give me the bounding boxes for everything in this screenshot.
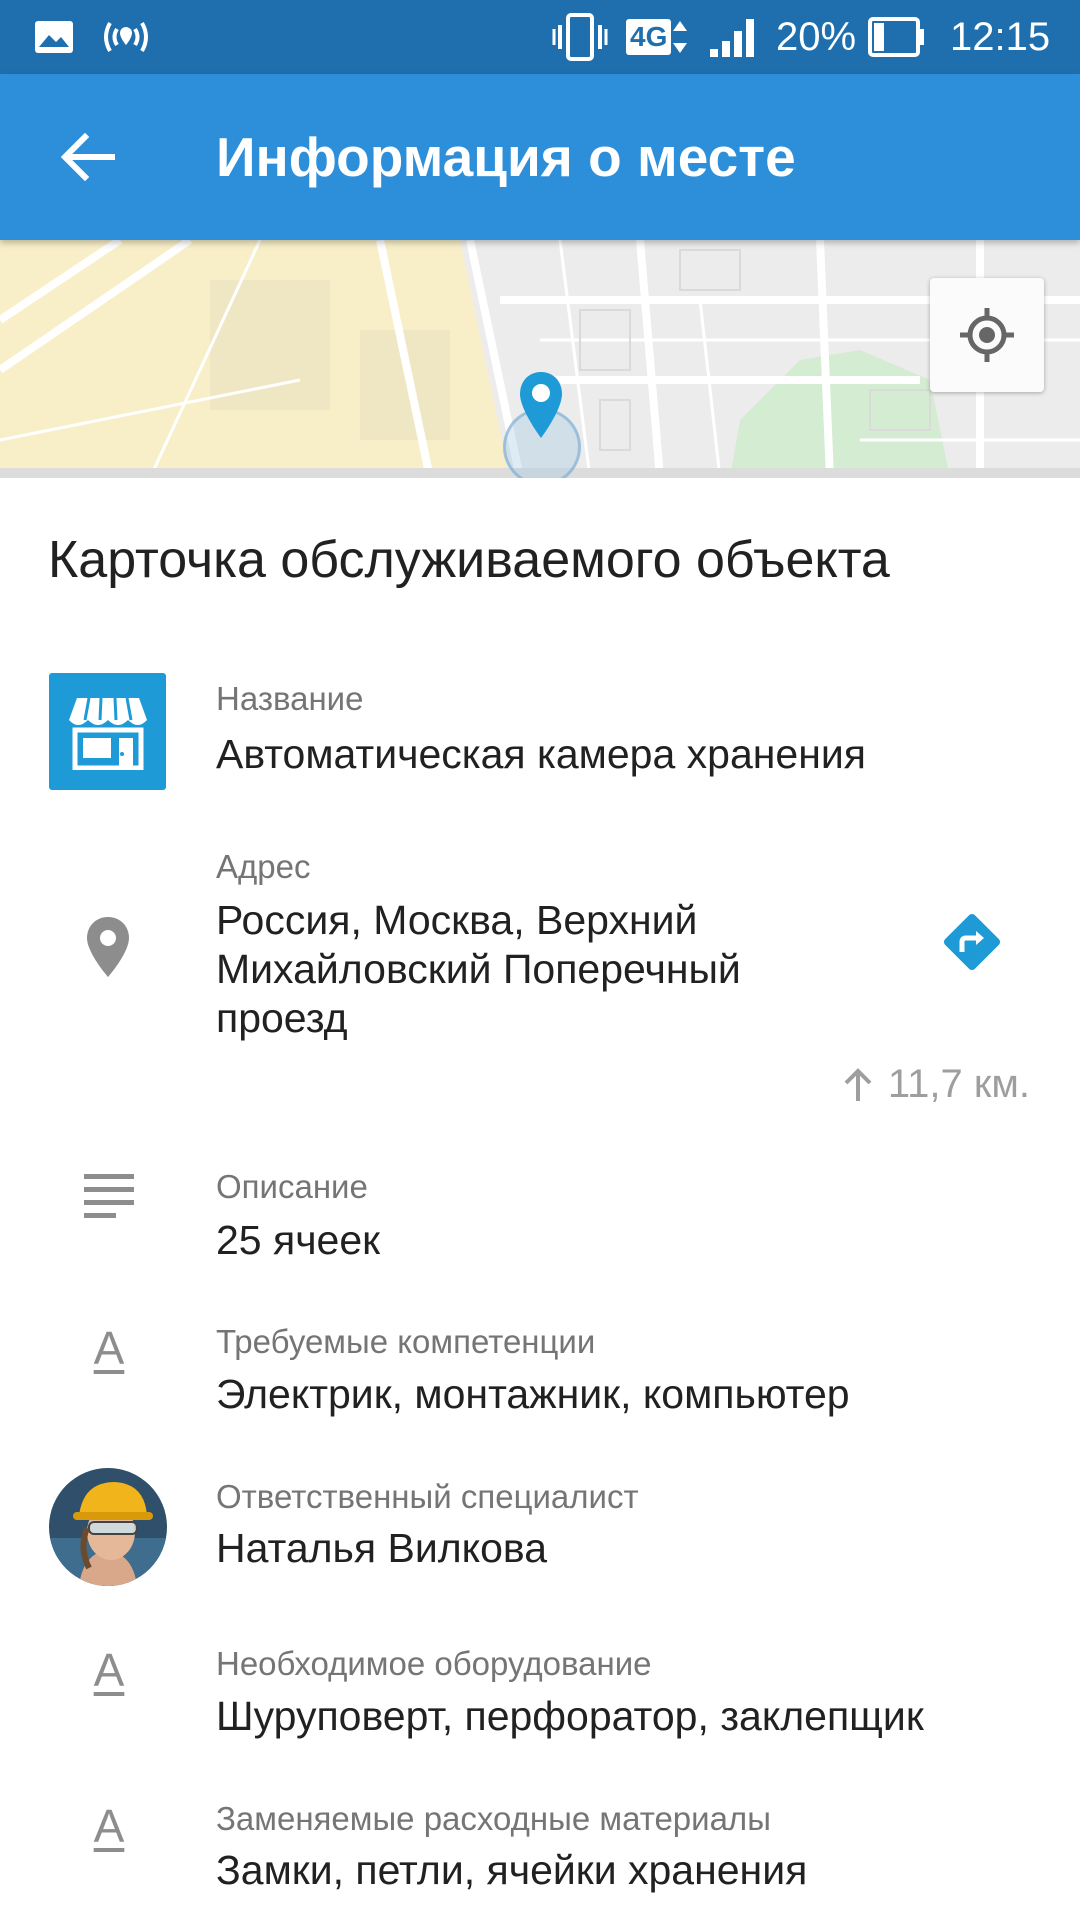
battery-percent: 20% [776,14,857,59]
address-label: Адрес [216,848,311,885]
description-label: Описание [216,1168,368,1205]
specialist-value: Наталья Вилкова [216,1525,548,1571]
status-bar: 4G 20% 12:15 [0,0,1080,74]
locate-me-button[interactable] [930,278,1044,392]
map-view[interactable] [0,240,1080,478]
address-line-1: Россия, Москва, Верхний [216,897,698,943]
card-title: Карточка обслуживаемого объекта [48,531,890,589]
avatar[interactable] [49,1468,167,1586]
specialist-label: Ответственный специалист [216,1478,639,1515]
description-value: 25 ячеек [216,1217,381,1263]
vibrate-icon [552,0,608,74]
text-format-icon: A [93,1322,125,1374]
name-label: Название [216,680,364,717]
text-format-icon: A [93,1800,125,1852]
clock: 12:15 [950,14,1051,59]
arrow-back-icon [60,133,115,181]
signal-icon [708,0,758,74]
battery-icon [868,0,926,74]
distance: 11,7 км. [842,1062,1030,1107]
app-bar: Информация о месте [0,74,1080,240]
equipment-label: Необходимое оборудование [216,1645,652,1682]
directions-button[interactable] [938,908,1006,976]
directions-icon [943,913,1001,971]
notes-icon [82,1170,136,1220]
competencies-label: Требуемые компетенции [216,1323,596,1360]
network-type-badge: 4G [626,0,689,74]
arrow-up-icon [844,1067,872,1101]
location-pin-icon [80,912,136,982]
distance-value: 11,7 км. [887,1062,1030,1106]
data-arrows-icon [673,21,688,53]
store-icon [49,673,166,790]
map-pin-icon[interactable] [518,370,564,440]
consumables-value: Замки, петли, ячейки хранения [216,1847,808,1893]
back-button[interactable] [52,122,122,192]
consumables-label: Заменяемые расходные материалы [216,1800,771,1837]
competencies-value: Электрик, монтажник, компьютер [216,1371,850,1417]
equipment-value: Шуруповерт, перфоратор, заклепщик [216,1693,924,1739]
gallery-notification-icon [34,0,74,74]
address-line-2: Михайловский Поперечный [216,946,741,992]
my-location-icon [960,308,1014,362]
text-format-icon: A [93,1644,125,1696]
page-title: Информация о месте [216,126,796,188]
name-value: Автоматическая камера хранения [216,731,866,777]
address-line-3: проезд [216,995,348,1041]
hotspot-icon [100,0,152,74]
